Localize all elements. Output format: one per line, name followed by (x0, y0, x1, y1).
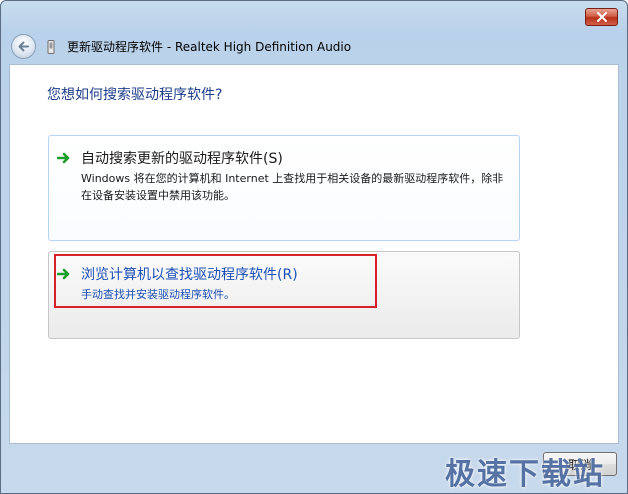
green-arrow-icon (57, 152, 70, 164)
browse-computer-option-title: 浏览计算机以查找驱动程序软件(R) (81, 267, 298, 283)
auto-search-option[interactable]: 自动搜索更新的驱动程序软件(S) Windows 将在您的计算机和 Intern… (48, 135, 520, 241)
close-button[interactable] (585, 8, 618, 26)
footer-bar: 取消 (1, 444, 627, 494)
auto-search-option-description: Windows 将在您的计算机和 Internet 上查找用于相关设备的最新驱动… (81, 172, 504, 202)
browse-computer-option-description: 手动查找并安装驱动程序软件。 (81, 288, 235, 301)
close-icon (596, 12, 607, 22)
cancel-button[interactable]: 取消 (543, 452, 617, 476)
content-panel: 您想如何搜索驱动程序软件? 自动搜索更新的驱动程序软件(S) Windows 将… (9, 64, 619, 444)
dialog-title: 更新驱动程序软件 - Realtek High Definition Audio (67, 40, 352, 54)
device-icon (47, 40, 55, 54)
browse-computer-option[interactable]: 浏览计算机以查找驱动程序软件(R) 手动查找并安装驱动程序软件。 (48, 251, 520, 339)
back-button[interactable] (11, 34, 36, 59)
green-arrow-icon (57, 268, 70, 280)
dialog-window: 更新驱动程序软件 - Realtek High Definition Audio… (0, 0, 628, 494)
back-arrow-icon (18, 41, 29, 52)
auto-search-option-title: 自动搜索更新的驱动程序软件(S) (81, 151, 283, 167)
search-question-heading: 您想如何搜索驱动程序软件? (47, 87, 223, 103)
title-bar (1, 1, 627, 32)
navigation-bar: 更新驱动程序软件 - Realtek High Definition Audio (1, 32, 627, 64)
